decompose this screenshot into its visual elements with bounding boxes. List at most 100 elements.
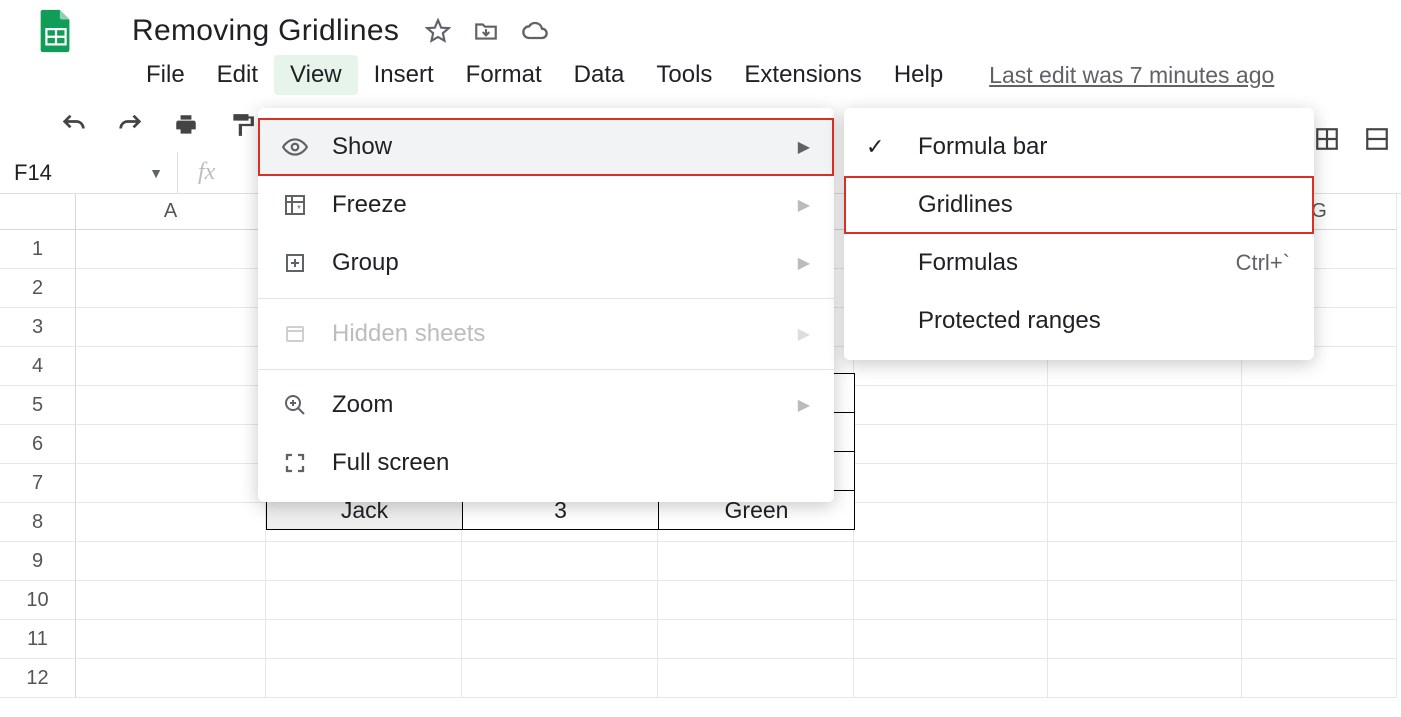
row-header[interactable]: 6 — [0, 425, 76, 464]
cell[interactable] — [854, 386, 1048, 425]
cell[interactable] — [1048, 386, 1242, 425]
menu-help[interactable]: Help — [878, 55, 959, 95]
cell[interactable] — [854, 581, 1048, 620]
cell[interactable] — [462, 581, 658, 620]
cell[interactable] — [658, 542, 854, 581]
eye-icon — [280, 134, 310, 160]
cell[interactable] — [1242, 542, 1397, 581]
submenu-gridlines[interactable]: Gridlines — [844, 176, 1314, 234]
cell[interactable] — [1242, 659, 1397, 698]
cell[interactable] — [76, 581, 266, 620]
cell[interactable] — [266, 581, 462, 620]
cell[interactable] — [76, 425, 266, 464]
borders-button[interactable] — [1313, 125, 1341, 153]
cell[interactable] — [658, 581, 854, 620]
menu-show-label: Show — [332, 133, 776, 161]
menu-insert[interactable]: Insert — [358, 55, 450, 95]
menu-edit[interactable]: Edit — [201, 55, 274, 95]
star-icon[interactable] — [425, 18, 451, 44]
col-header[interactable]: A — [76, 194, 266, 230]
row-header[interactable]: 4 — [0, 347, 76, 386]
cell[interactable] — [76, 659, 266, 698]
cloud-status-icon[interactable] — [521, 17, 549, 45]
cell[interactable] — [1242, 464, 1397, 503]
menu-data[interactable]: Data — [558, 55, 641, 95]
cell[interactable] — [1048, 425, 1242, 464]
merge-button[interactable] — [1363, 125, 1391, 153]
menu-format[interactable]: Format — [450, 55, 558, 95]
cell[interactable] — [1048, 464, 1242, 503]
cell[interactable] — [1242, 386, 1397, 425]
cell[interactable] — [658, 659, 854, 698]
menu-show[interactable]: Show ▶ — [258, 118, 834, 176]
menu-extensions[interactable]: Extensions — [728, 55, 877, 95]
cell[interactable] — [76, 386, 266, 425]
menu-group[interactable]: Group ▶ — [258, 234, 834, 292]
cell[interactable] — [1242, 620, 1397, 659]
row-header[interactable]: 12 — [0, 659, 76, 698]
cell[interactable] — [1242, 425, 1397, 464]
row-header[interactable]: 9 — [0, 542, 76, 581]
cell[interactable] — [854, 503, 1048, 542]
name-box[interactable]: F14 ▼ — [0, 152, 178, 194]
row-header[interactable]: 5 — [0, 386, 76, 425]
cell[interactable] — [76, 542, 266, 581]
row-header[interactable]: 1 — [0, 230, 76, 269]
cell[interactable] — [266, 620, 462, 659]
cell[interactable] — [854, 542, 1048, 581]
menu-separator — [258, 298, 834, 299]
cell[interactable] — [76, 503, 266, 542]
submenu-formula-bar-label: Formula bar — [918, 133, 1290, 161]
submenu-formula-bar[interactable]: ✓ Formula bar — [844, 118, 1314, 176]
name-box-dropdown-icon[interactable]: ▼ — [149, 165, 163, 181]
cell[interactable] — [1242, 581, 1397, 620]
cell[interactable] — [76, 230, 266, 269]
zoom-icon — [280, 393, 310, 417]
cell[interactable] — [1048, 659, 1242, 698]
cell[interactable] — [1048, 542, 1242, 581]
menu-freeze[interactable]: * Freeze ▶ — [258, 176, 834, 234]
print-button[interactable] — [172, 111, 200, 139]
submenu-formulas[interactable]: Formulas Ctrl+` — [844, 234, 1314, 292]
redo-button[interactable] — [116, 111, 144, 139]
cell[interactable] — [1242, 503, 1397, 542]
cell[interactable] — [462, 542, 658, 581]
cell[interactable] — [1048, 503, 1242, 542]
menu-zoom[interactable]: Zoom ▶ — [258, 376, 834, 434]
row-header[interactable]: 10 — [0, 581, 76, 620]
sheets-logo[interactable] — [30, 5, 82, 57]
cell[interactable] — [854, 464, 1048, 503]
menu-tools[interactable]: Tools — [640, 55, 728, 95]
cell[interactable] — [76, 620, 266, 659]
row-header[interactable]: 3 — [0, 308, 76, 347]
cell[interactable] — [854, 659, 1048, 698]
undo-button[interactable] — [60, 111, 88, 139]
menu-separator — [258, 369, 834, 370]
cell[interactable] — [266, 659, 462, 698]
paint-format-button[interactable] — [228, 111, 256, 139]
row-header[interactable]: 8 — [0, 503, 76, 542]
menu-view[interactable]: View — [274, 55, 358, 95]
document-title[interactable]: Removing Gridlines — [132, 14, 399, 48]
cell[interactable] — [76, 347, 266, 386]
cell[interactable] — [854, 425, 1048, 464]
last-edit-link[interactable]: Last edit was 7 minutes ago — [989, 62, 1274, 89]
cell[interactable] — [76, 308, 266, 347]
select-all-corner[interactable] — [0, 194, 76, 230]
row-header[interactable]: 7 — [0, 464, 76, 503]
cell[interactable] — [266, 542, 462, 581]
menu-fullscreen[interactable]: Full screen — [258, 434, 834, 492]
cell[interactable] — [462, 659, 658, 698]
submenu-protected-ranges[interactable]: Protected ranges — [844, 292, 1314, 350]
cell[interactable] — [658, 620, 854, 659]
cell[interactable] — [1048, 581, 1242, 620]
menu-file[interactable]: File — [130, 55, 201, 95]
cell[interactable] — [1048, 620, 1242, 659]
cell[interactable] — [854, 620, 1048, 659]
move-icon[interactable] — [473, 18, 499, 44]
cell[interactable] — [76, 269, 266, 308]
cell[interactable] — [76, 464, 266, 503]
row-header[interactable]: 11 — [0, 620, 76, 659]
cell[interactable] — [462, 620, 658, 659]
row-header[interactable]: 2 — [0, 269, 76, 308]
